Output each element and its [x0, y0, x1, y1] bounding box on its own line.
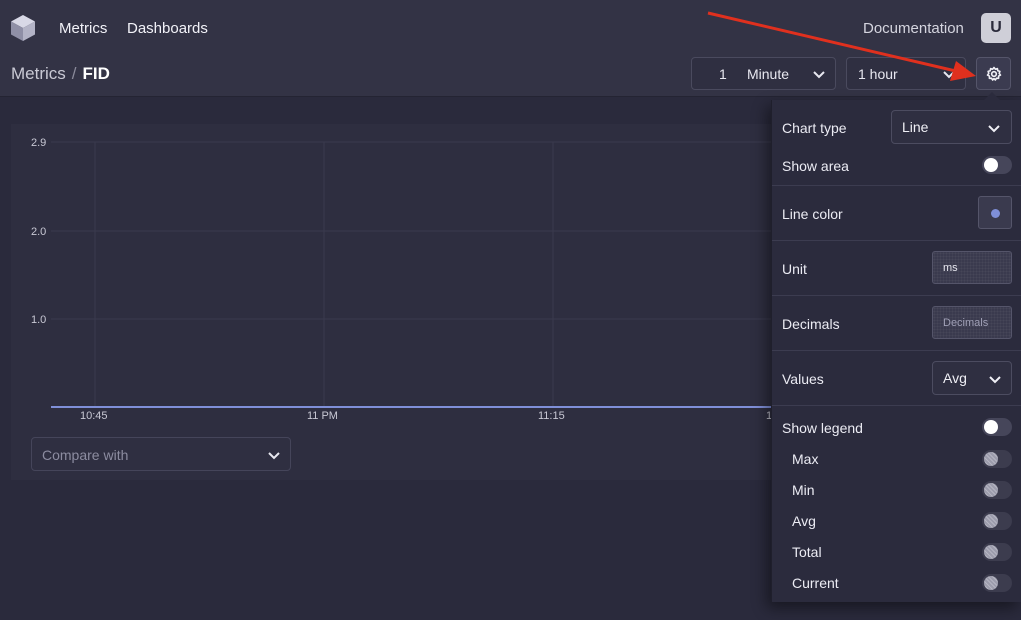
- legend-total-label: Total: [792, 544, 822, 560]
- y-tick-label: 2.9: [31, 137, 46, 149]
- y-tick-label: 2.0: [31, 226, 46, 238]
- compare-with-select[interactable]: Compare with: [31, 437, 291, 471]
- line-color-picker[interactable]: [978, 196, 1012, 229]
- toggle-knob: [984, 158, 998, 172]
- x-tick-label: 11 PM: [307, 410, 338, 422]
- toggle-knob: [984, 483, 998, 497]
- unit-value: ms: [943, 262, 958, 274]
- show-legend-label: Show legend: [782, 420, 863, 436]
- x-tick-label: 10:45: [80, 410, 108, 422]
- compare-with-placeholder: Compare with: [42, 447, 129, 463]
- toggle-knob: [984, 576, 998, 590]
- nav-link-metrics[interactable]: Metrics: [59, 20, 107, 37]
- annotation-arrow-icon: [707, 11, 976, 81]
- color-swatch: [991, 209, 1000, 218]
- show-legend-toggle[interactable]: [982, 418, 1012, 436]
- chevron-down-icon: [268, 452, 280, 460]
- decimals-input[interactable]: Decimals: [932, 306, 1012, 339]
- decimals-label: Decimals: [782, 316, 840, 332]
- values-label: Values: [782, 371, 824, 387]
- divider: [772, 185, 1021, 186]
- legend-current-label: Current: [792, 575, 839, 591]
- breadcrumb: Metrics / FID: [11, 64, 110, 84]
- chevron-down-icon: [988, 125, 1000, 133]
- popover-caret: [984, 92, 1000, 100]
- chart-grid: [51, 141, 771, 407]
- toggle-knob: [984, 545, 998, 559]
- unit-input[interactable]: ms: [932, 251, 1012, 284]
- legend-avg-toggle[interactable]: [982, 512, 1012, 530]
- divider: [772, 350, 1021, 351]
- page-title: FID: [82, 64, 110, 83]
- y-tick-label: 1.0: [31, 314, 46, 326]
- gear-icon: [986, 66, 1002, 81]
- chevron-down-icon: [989, 376, 1001, 384]
- unit-label: Unit: [782, 261, 807, 277]
- chart-type-value: Line: [902, 119, 929, 135]
- chart-settings-button[interactable]: [976, 57, 1011, 90]
- show-area-toggle[interactable]: [982, 156, 1012, 174]
- app-logo-icon[interactable]: [10, 14, 36, 42]
- legend-min-label: Min: [792, 482, 815, 498]
- chart-type-select[interactable]: Line: [891, 110, 1012, 144]
- breadcrumb-separator: /: [71, 64, 77, 83]
- legend-max-label: Max: [792, 451, 819, 467]
- line-chart: 2.9 2.0 1.0 10:45 11 PM 11:15 1: [31, 137, 771, 422]
- line-color-label: Line color: [782, 206, 843, 222]
- avatar[interactable]: U: [981, 13, 1011, 43]
- legend-max-toggle[interactable]: [982, 450, 1012, 468]
- divider: [772, 405, 1021, 406]
- breadcrumb-metrics[interactable]: Metrics: [11, 64, 66, 83]
- chart-settings-popover: Chart type Line Show area Line color Uni…: [771, 92, 1021, 602]
- legend-avg-label: Avg: [792, 513, 816, 529]
- show-area-label: Show area: [782, 158, 849, 174]
- divider: [772, 295, 1021, 296]
- x-tick-label: 11:15: [538, 410, 565, 422]
- legend-total-toggle[interactable]: [982, 543, 1012, 561]
- toggle-knob: [984, 420, 998, 434]
- nav-link-dashboards[interactable]: Dashboards: [127, 20, 208, 37]
- values-value: Avg: [943, 370, 967, 386]
- legend-min-toggle[interactable]: [982, 481, 1012, 499]
- values-select[interactable]: Avg: [932, 361, 1012, 395]
- toggle-knob: [984, 452, 998, 466]
- divider: [772, 240, 1021, 241]
- legend-current-toggle[interactable]: [982, 574, 1012, 592]
- toggle-knob: [984, 514, 998, 528]
- chart-type-label: Chart type: [782, 120, 847, 136]
- decimals-placeholder: Decimals: [943, 317, 989, 329]
- chart-panel: 2.9 2.0 1.0 10:45 11 PM 11:15 1 Compare …: [11, 124, 771, 480]
